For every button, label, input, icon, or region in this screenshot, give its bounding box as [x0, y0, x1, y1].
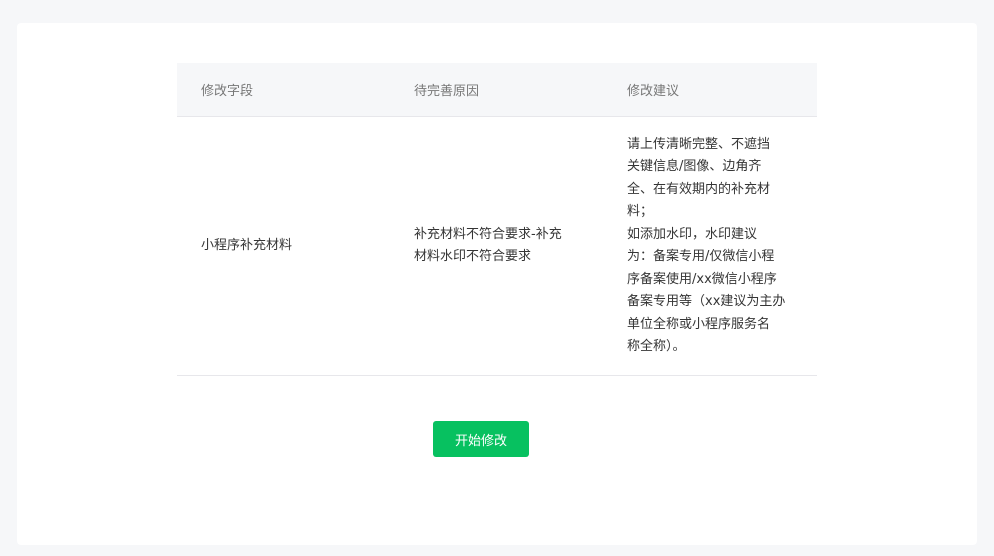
table-header-row: 修改字段 待完善原因 修改建议	[177, 63, 817, 117]
cell-field: 小程序补充材料	[177, 116, 390, 376]
suggestion-line: 称全称）。	[627, 339, 686, 354]
cell-reason: 补充材料不符合要求-补充 材料水印不符合要求	[390, 116, 603, 376]
content-card: 修改字段 待完善原因 修改建议 小程序补充材料 补充材料不符合要求-补充 材料水…	[17, 23, 977, 545]
suggestion-line: 如添加水印，水印建议	[627, 226, 758, 242]
reason-line: 补充材料不符合要求-补充	[414, 226, 562, 242]
column-header-suggestion: 修改建议	[603, 63, 817, 117]
column-header-reason: 待完善原因	[390, 63, 603, 117]
cell-suggestion: 请上传清晰完整、不遮挡 关键信息/图像、边角齐 全、在有效期内的补充材 料； 如…	[603, 116, 817, 376]
reason-line: 材料水印不符合要求	[414, 249, 532, 264]
suggestion-line: 关键信息/图像、边角齐	[627, 159, 762, 174]
start-edit-button[interactable]: 开始修改	[433, 421, 529, 457]
table-row: 小程序补充材料 补充材料不符合要求-补充 材料水印不符合要求 请上传清晰完整、不…	[177, 116, 817, 376]
column-header-field: 修改字段	[177, 63, 390, 117]
suggestion-line: 序备案使用/xx微信小程序	[627, 271, 777, 287]
suggestion-line: 请上传清晰完整、不遮挡	[627, 136, 771, 152]
suggestion-line: 为：备案专用/仅微信小程	[627, 249, 775, 264]
suggestion-line: 备案专用等（xx建议为主办	[627, 294, 786, 309]
suggestion-line: 全、在有效期内的补充材	[627, 181, 771, 197]
suggestion-line: 单位全称或小程序服务名	[627, 316, 771, 332]
suggestion-line: 料；	[627, 204, 654, 219]
revision-table: 修改字段 待完善原因 修改建议 小程序补充材料 补充材料不符合要求-补充 材料水…	[177, 63, 817, 376]
